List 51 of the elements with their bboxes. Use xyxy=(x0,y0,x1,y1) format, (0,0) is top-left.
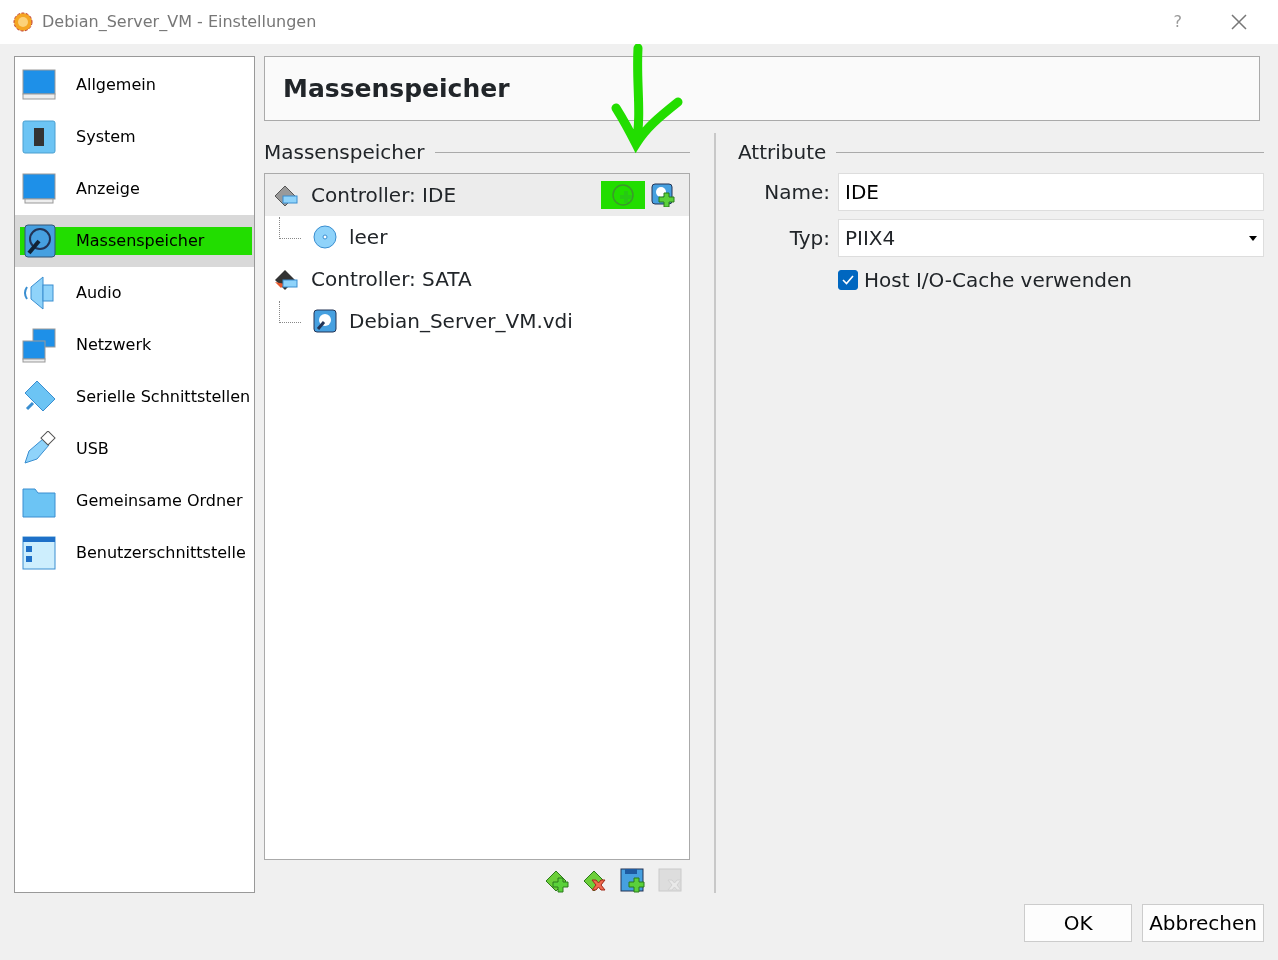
disk-plus-icon xyxy=(651,183,675,207)
sidebar-item[interactable]: Serielle Schnittstellen xyxy=(15,371,254,423)
section-heading: Attribute xyxy=(738,139,827,166)
sidebar-item[interactable]: Netzwerk xyxy=(15,319,254,371)
monitor-icon xyxy=(21,171,57,207)
attachment-label: leer xyxy=(349,224,388,251)
tree-row[interactable]: Controller: SATA xyxy=(265,258,689,300)
tree-row[interactable]: Controller: IDE xyxy=(265,174,689,216)
dialog-button[interactable]: Abbrechen xyxy=(1142,904,1264,942)
disc-plus-icon xyxy=(611,183,635,207)
name-field[interactable]: IDE xyxy=(838,173,1264,211)
field-label: Typ: xyxy=(788,225,830,252)
usb-plug-icon xyxy=(21,431,57,467)
field-label: Name: xyxy=(763,179,830,206)
tree-row[interactable]: leer xyxy=(265,216,689,258)
checkbox[interactable] xyxy=(838,270,858,290)
checkmark-icon xyxy=(842,275,854,285)
chip-icon xyxy=(21,119,57,155)
sidebar-item[interactable]: Massenspeicher xyxy=(15,215,254,267)
sidebar-item[interactable]: Anzeige xyxy=(15,163,254,215)
dialog-button[interactable]: OK xyxy=(1024,904,1133,942)
attachment-label: Debian_Server_VM.vdi xyxy=(349,308,573,335)
section-heading: Massenspeicher xyxy=(264,139,425,166)
controller-cross-icon xyxy=(582,868,608,894)
gear-icon xyxy=(12,11,34,33)
controller-cross-button[interactable] xyxy=(582,868,608,894)
sidebar-item[interactable]: System xyxy=(15,111,254,163)
controller-label: Controller: IDE xyxy=(311,182,457,209)
window-title: Debian_Server_VM - Einstellungen xyxy=(42,11,317,33)
page-title: Massenspeicher xyxy=(264,56,1260,121)
sidebar-item[interactable]: Gemeinsame Ordner xyxy=(15,475,254,527)
sidebar-item[interactable]: Benutzerschnittstelle xyxy=(15,527,254,579)
sidebar-item[interactable]: USB xyxy=(15,423,254,475)
controller-plus-button[interactable] xyxy=(544,868,570,894)
network-monitors-icon xyxy=(21,327,57,363)
floppy-plus-icon xyxy=(620,868,646,894)
floppy-plus-button[interactable] xyxy=(620,868,646,894)
checkbox-label: Host I/O-Cache verwenden xyxy=(864,267,1132,294)
controller-plus-icon xyxy=(544,868,570,894)
type-dropdown[interactable]: PIIX4 xyxy=(838,219,1264,257)
sidebar-item[interactable]: Audio xyxy=(15,267,254,319)
caret-icon xyxy=(1249,235,1257,241)
monitor-icon xyxy=(21,67,57,103)
controller-label: Controller: SATA xyxy=(311,266,472,293)
tree-row[interactable]: Debian_Server_VM.vdi xyxy=(265,300,689,342)
sidebar-item[interactable]: Allgemein xyxy=(15,59,254,111)
window-layout-icon xyxy=(21,535,57,571)
optical-disc-icon xyxy=(313,225,337,249)
floppy-cross-icon xyxy=(658,868,684,894)
close-icon[interactable] xyxy=(1230,13,1248,31)
speaker-icon xyxy=(21,275,57,311)
